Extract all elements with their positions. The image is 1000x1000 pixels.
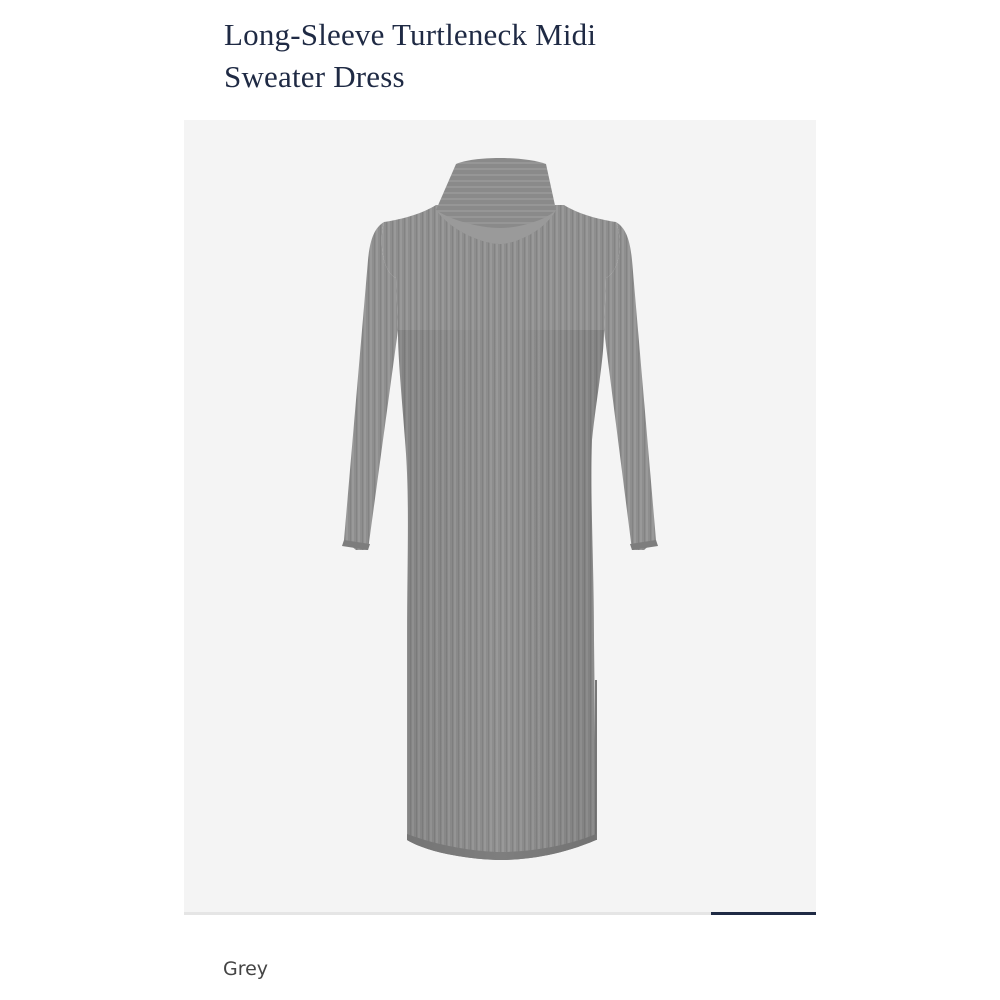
product-image[interactable] (184, 120, 816, 912)
image-carousel-progress[interactable] (184, 912, 816, 915)
product-title-line-2: Sweater Dress (224, 59, 405, 94)
product-title: Long-Sleeve Turtleneck Midi Sweater Dres… (224, 14, 784, 98)
carousel-active-indicator (711, 912, 816, 915)
product-title-line-1: Long-Sleeve Turtleneck Midi (224, 17, 597, 52)
product-panel: Long-Sleeve Turtleneck Midi Sweater Dres… (184, 0, 816, 1000)
selected-color-label: Grey (223, 958, 269, 980)
dress-shading (398, 330, 604, 860)
dress-illustration (342, 158, 658, 860)
